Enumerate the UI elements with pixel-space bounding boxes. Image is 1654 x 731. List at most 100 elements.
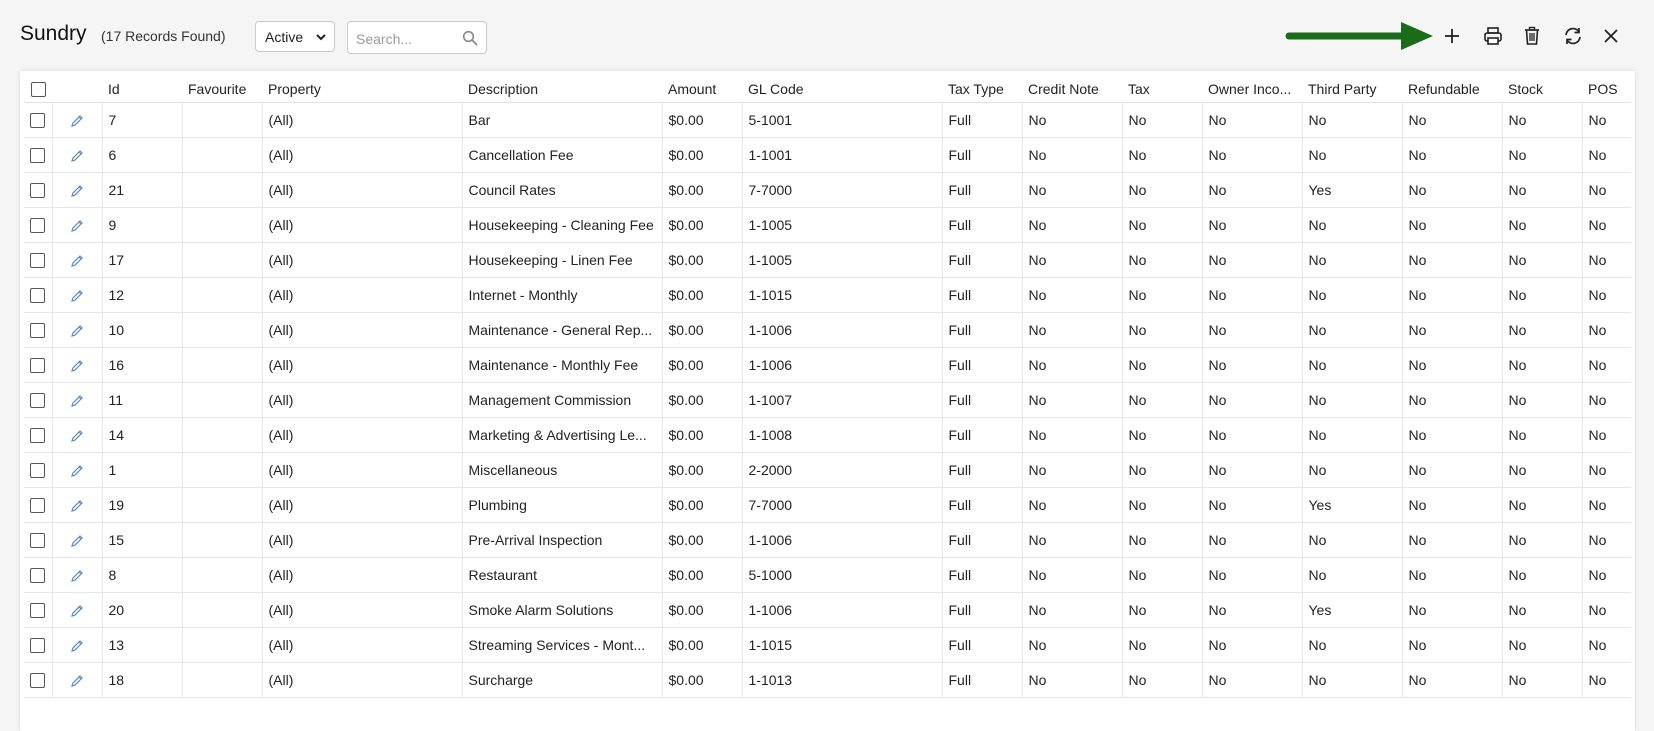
- cell-id: 12: [101, 277, 182, 313]
- pencil-icon[interactable]: [69, 673, 85, 689]
- row-checkbox[interactable]: [30, 498, 46, 514]
- cell-favourite: [181, 382, 262, 418]
- cell-tax: No: [1121, 137, 1202, 173]
- pencil-icon[interactable]: [69, 498, 85, 514]
- row-checkbox[interactable]: [30, 673, 46, 689]
- table-row[interactable]: 13 (All) Streaming Services - Mont... $0.00…: [24, 627, 1631, 663]
- row-checkbox[interactable]: [30, 288, 46, 304]
- row-checkbox[interactable]: [30, 393, 46, 409]
- refresh-button[interactable]: [1561, 24, 1585, 48]
- cell-tax-type: Full: [941, 522, 1022, 558]
- column-header-property[interactable]: Property: [262, 75, 462, 103]
- column-header-owner-income[interactable]: Owner Inco...: [1202, 75, 1302, 103]
- close-button[interactable]: [1599, 24, 1623, 48]
- cell-stock: No: [1501, 277, 1582, 313]
- table-row[interactable]: 17 (All) Housekeeping - Linen Fee $0.00 1-10…: [24, 242, 1631, 278]
- pencil-icon[interactable]: [69, 358, 85, 374]
- cell-stock: No: [1501, 172, 1582, 208]
- row-checkbox[interactable]: [30, 218, 46, 234]
- table-row[interactable]: 14 (All) Marketing & Advertising Le... $0.0…: [24, 417, 1631, 453]
- table-row[interactable]: 11 (All) Management Commission $0.00 1-1007 F…: [24, 382, 1631, 418]
- search-icon[interactable]: [462, 30, 478, 46]
- pencil-icon[interactable]: [69, 533, 85, 549]
- cell-pos: No: [1581, 522, 1631, 558]
- column-header-tax-type[interactable]: Tax Type: [942, 75, 1022, 103]
- table-row[interactable]: 21 (All) Council Rates $0.00 7-7000 Full No No N…: [24, 172, 1631, 208]
- row-checkbox[interactable]: [30, 253, 46, 269]
- column-header-gl-code[interactable]: GL Code: [742, 75, 942, 103]
- search-box[interactable]: [347, 21, 487, 54]
- pencil-icon[interactable]: [69, 323, 85, 339]
- cell-third-party: No: [1301, 242, 1402, 278]
- pencil-icon[interactable]: [69, 603, 85, 619]
- add-button[interactable]: [1440, 24, 1464, 48]
- row-checkbox[interactable]: [30, 603, 46, 619]
- cell-id: 10: [101, 312, 182, 348]
- pencil-icon[interactable]: [69, 113, 85, 129]
- table-row[interactable]: 16 (All) Maintenance - Monthly Fee $0.00 1-1…: [24, 347, 1631, 383]
- column-header-id[interactable]: Id: [102, 75, 182, 103]
- table-row[interactable]: 18 (All) Surcharge $0.00 1-1013 Full No No No No N…: [24, 662, 1631, 698]
- pencil-icon[interactable]: [69, 428, 85, 444]
- delete-button[interactable]: [1520, 24, 1544, 48]
- pencil-icon[interactable]: [69, 183, 85, 199]
- column-header-refundable[interactable]: Refundable: [1402, 75, 1502, 103]
- cell-stock: No: [1501, 137, 1582, 173]
- column-header-stock[interactable]: Stock: [1502, 75, 1582, 103]
- pencil-icon[interactable]: [69, 218, 85, 234]
- table-row[interactable]: 20 (All) Smoke Alarm Solutions $0.00 1-1006 F…: [24, 592, 1631, 628]
- cell-third-party: No: [1301, 312, 1402, 348]
- cell-owner-income: No: [1201, 207, 1302, 243]
- column-header-third-party[interactable]: Third Party: [1302, 75, 1402, 103]
- cell-third-party: Yes: [1301, 592, 1402, 628]
- column-header-tax[interactable]: Tax: [1122, 75, 1202, 103]
- pencil-icon[interactable]: [69, 463, 85, 479]
- row-checkbox[interactable]: [30, 323, 46, 339]
- table-row[interactable]: 10 (All) Maintenance - General Rep... $0.00…: [24, 312, 1631, 348]
- table-row[interactable]: 8 (All) Restaurant $0.00 5-1000 Full No No No No N…: [24, 557, 1631, 593]
- select-all-checkbox[interactable]: [30, 81, 46, 97]
- row-checkbox[interactable]: [30, 638, 46, 654]
- row-checkbox[interactable]: [30, 358, 46, 374]
- cell-gl-code: 1-1015: [741, 627, 942, 663]
- print-button[interactable]: [1481, 24, 1505, 48]
- table-row[interactable]: 6 (All) Cancellation Fee $0.00 1-1001 Full No N…: [24, 137, 1631, 173]
- column-header-description[interactable]: Description: [462, 75, 662, 103]
- row-checkbox[interactable]: [30, 148, 46, 164]
- pencil-icon[interactable]: [69, 253, 85, 269]
- column-header-pos[interactable]: POS: [1582, 75, 1631, 103]
- column-header-credit-note[interactable]: Credit Note: [1022, 75, 1122, 103]
- table-row[interactable]: 19 (All) Plumbing $0.00 7-7000 Full No No No Yes N…: [24, 487, 1631, 523]
- table-row[interactable]: 15 (All) Pre-Arrival Inspection $0.00 1-1006…: [24, 522, 1631, 558]
- status-filter-select[interactable]: Active: [255, 21, 335, 52]
- cell-refundable: No: [1401, 277, 1502, 313]
- pencil-icon[interactable]: [69, 638, 85, 654]
- cell-gl-code: 5-1000: [741, 557, 942, 593]
- column-header-favourite[interactable]: Favourite: [182, 75, 262, 103]
- row-checkbox[interactable]: [30, 428, 46, 444]
- table-row[interactable]: 1 (All) Miscellaneous $0.00 2-2000 Full No No No…: [24, 452, 1631, 488]
- table-row[interactable]: 7 (All) Bar $0.00 5-1001 Full No No No No No No No: [24, 102, 1631, 138]
- cell-tax: No: [1121, 207, 1202, 243]
- pencil-icon[interactable]: [69, 568, 85, 584]
- column-header-amount[interactable]: Amount: [662, 75, 742, 103]
- row-checkbox[interactable]: [30, 463, 46, 479]
- search-input[interactable]: [354, 28, 458, 50]
- row-checkbox-cell: [24, 277, 52, 313]
- row-checkbox[interactable]: [30, 568, 46, 584]
- cell-stock: No: [1501, 487, 1582, 523]
- cell-pos: No: [1581, 382, 1631, 418]
- cell-favourite: [181, 312, 262, 348]
- pencil-icon[interactable]: [69, 148, 85, 164]
- pencil-icon[interactable]: [69, 288, 85, 304]
- table-row[interactable]: 12 (All) Internet - Monthly $0.00 1-1015 Full…: [24, 277, 1631, 313]
- cell-owner-income: No: [1201, 627, 1302, 663]
- row-checkbox[interactable]: [30, 183, 46, 199]
- cell-description: Smoke Alarm Solutions: [461, 592, 662, 628]
- pencil-icon[interactable]: [69, 393, 85, 409]
- row-checkbox[interactable]: [30, 533, 46, 549]
- table-row[interactable]: 9 (All) Housekeeping - Cleaning Fee $0.00 1-…: [24, 207, 1631, 243]
- cell-third-party: No: [1301, 452, 1402, 488]
- cell-favourite: [181, 662, 262, 698]
- row-checkbox[interactable]: [30, 113, 46, 129]
